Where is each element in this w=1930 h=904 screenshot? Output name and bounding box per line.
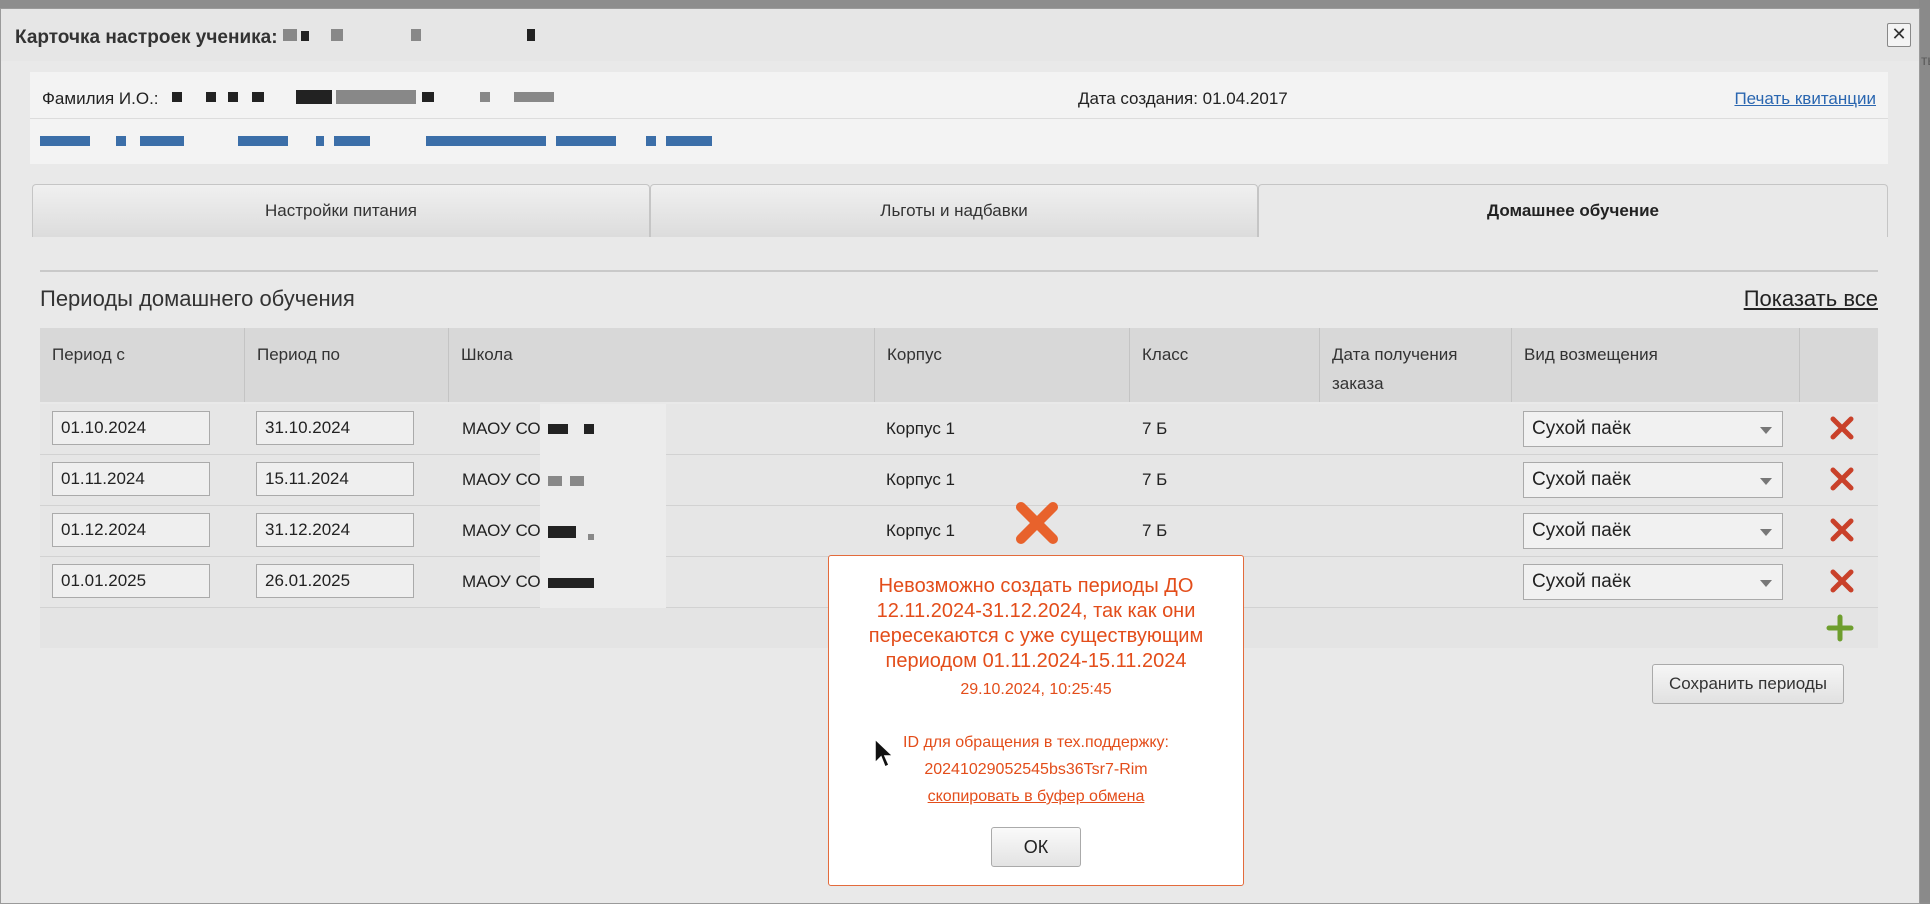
tab-home-schooling[interactable]: Домашнее обучение <box>1258 184 1888 237</box>
error-x-icon <box>1016 502 1058 544</box>
period-from-input[interactable]: 01.01.2025 <box>52 564 210 598</box>
tab-benefits[interactable]: Льготы и надбавки <box>650 184 1258 237</box>
chevron-down-icon <box>1760 529 1772 536</box>
fio-label: Фамилия И.О.: <box>42 89 159 108</box>
table-header: Период с Период по Школа Корпус Класс Да… <box>40 328 1878 402</box>
window-title: Карточка настроек ученика: <box>15 27 278 48</box>
compensation-type-select[interactable]: Сухой паёк <box>1523 411 1783 447</box>
background-window-edge: ть <box>1919 0 1930 902</box>
header-order-date: Дата получения заказа <box>1320 328 1512 402</box>
error-dialog: Невозможно создать периоды ДО 12.11.2024… <box>828 555 1244 886</box>
school-cell: МАОУ СО <box>462 470 541 489</box>
period-to-input[interactable]: 15.11.2024 <box>256 462 414 496</box>
delete-icon[interactable] <box>1828 516 1856 544</box>
chevron-down-icon <box>1760 580 1772 587</box>
school-cell: МАОУ СО <box>462 572 541 591</box>
student-info: Фамилия И.О.: Дата создания: 01.04.2017 … <box>30 72 1888 164</box>
building-cell: Корпус 1 <box>886 470 956 489</box>
class-cell: 7 Б <box>1142 470 1168 489</box>
period-from-input[interactable]: 01.12.2024 <box>52 513 210 547</box>
copy-to-clipboard-link[interactable]: скопировать в буфер обмена <box>829 788 1243 806</box>
period-to-input[interactable]: 26.01.2025 <box>256 564 414 598</box>
table-row: 01.10.2024 31.10.2024 МАОУ СО Корпус 1 7… <box>40 404 1878 455</box>
header-period-to: Период по <box>245 328 449 402</box>
divider <box>40 270 1878 272</box>
add-icon[interactable] <box>1826 614 1854 642</box>
select-value: Сухой паёк <box>1532 469 1631 490</box>
header-actions <box>1800 328 1878 402</box>
school-cell: МАОУ СО <box>462 419 541 438</box>
period-from-input[interactable]: 01.10.2024 <box>52 411 210 445</box>
error-message: Невозможно создать периоды ДО 12.11.2024… <box>868 575 1204 672</box>
save-periods-button[interactable]: Сохранить периоды <box>1652 664 1844 704</box>
print-receipt-link[interactable]: Печать квитанции <box>1734 89 1876 109</box>
delete-icon[interactable] <box>1828 465 1856 493</box>
delete-icon[interactable] <box>1828 567 1856 595</box>
table-row: 01.12.2024 31.12.2024 МАОУ СО Корпус 1 7… <box>40 506 1878 557</box>
header-compensation-type: Вид возмещения <box>1512 328 1800 402</box>
titlebar: Карточка настроек ученика: ✕ <box>1 9 1919 61</box>
compensation-type-select[interactable]: Сухой паёк <box>1523 564 1783 600</box>
background-text-fragment: ть <box>1921 52 1930 68</box>
select-value: Сухой паёк <box>1532 571 1631 592</box>
tabs: Настройки питания Льготы и надбавки Дома… <box>32 184 1888 238</box>
compensation-type-select[interactable]: Сухой паёк <box>1523 513 1783 549</box>
building-cell: Корпус 1 <box>886 419 956 438</box>
error-timestamp: 29.10.2024, 10:25:45 <box>960 681 1112 698</box>
chevron-down-icon <box>1760 478 1772 485</box>
class-cell: 7 Б <box>1142 419 1168 438</box>
period-to-input[interactable]: 31.10.2024 <box>256 411 414 445</box>
select-value: Сухой паёк <box>1532 520 1631 541</box>
header-class: Класс <box>1130 328 1320 402</box>
show-all-link[interactable]: Показать все <box>1744 286 1878 312</box>
school-cell: МАОУ СО <box>462 521 541 540</box>
section-title: Периоды домашнего обучения <box>40 286 355 311</box>
table-row: 01.11.2024 15.11.2024 МАОУ СО Корпус 1 7… <box>40 455 1878 506</box>
header-building: Корпус <box>875 328 1130 402</box>
header-school: Школа <box>449 328 875 402</box>
delete-icon[interactable] <box>1828 414 1856 442</box>
header-period-from: Период с <box>40 328 245 402</box>
student-info-row: Фамилия И.О.: Дата создания: 01.04.2017 … <box>30 72 1888 119</box>
period-from-input[interactable]: 01.11.2024 <box>52 462 210 496</box>
close-button[interactable]: ✕ <box>1887 23 1911 47</box>
building-cell: Корпус 1 <box>886 521 956 540</box>
creation-date: Дата создания: 01.04.2017 <box>1078 89 1288 108</box>
class-cell: 7 Б <box>1142 521 1168 540</box>
mouse-cursor-icon <box>874 737 895 769</box>
tab-nutrition-settings[interactable]: Настройки питания <box>32 184 650 237</box>
compensation-type-select[interactable]: Сухой паёк <box>1523 462 1783 498</box>
chevron-down-icon <box>1760 427 1772 434</box>
select-value: Сухой паёк <box>1532 418 1631 439</box>
ok-button[interactable]: ОК <box>991 827 1081 867</box>
period-to-input[interactable]: 31.12.2024 <box>256 513 414 547</box>
